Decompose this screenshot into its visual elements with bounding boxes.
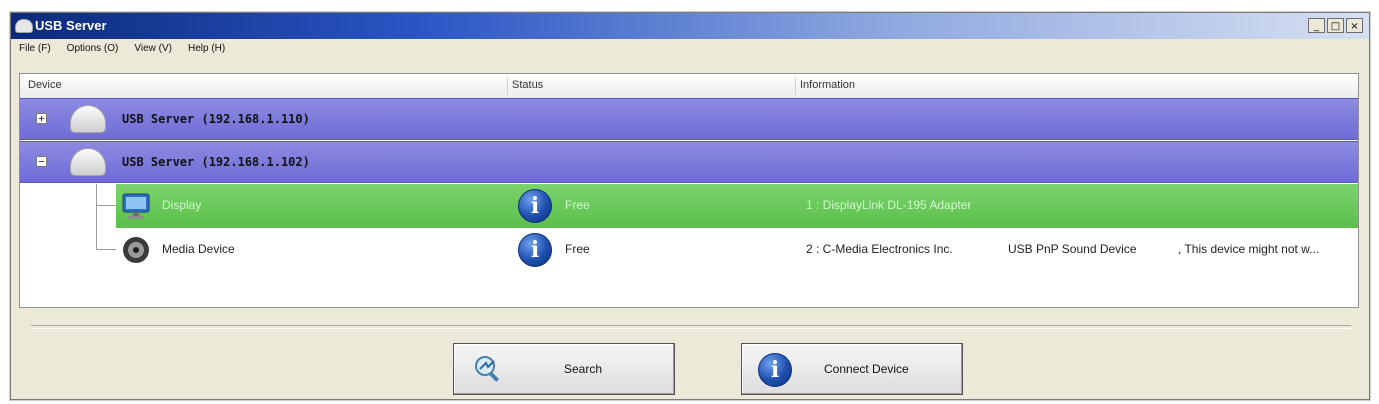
server-row[interactable]: − USB Server (192.168.1.102) — [20, 141, 1358, 183]
column-header: Device Status Information — [20, 74, 1358, 99]
device-info: 1 : DisplayLink DL-195 Adapter — [806, 198, 972, 212]
menu-view[interactable]: View (V) — [132, 43, 174, 61]
monitor-icon — [122, 193, 150, 219]
server-icon — [70, 105, 106, 133]
info-icon[interactable]: i — [518, 189, 552, 223]
menu-file[interactable]: File (F) — [17, 43, 53, 61]
column-status[interactable]: Status — [512, 79, 543, 91]
menu-bar: File (F) Options (O) View (V) Help (H) — [17, 43, 227, 61]
column-information[interactable]: Information — [800, 79, 855, 91]
close-button[interactable]: × — [1346, 18, 1363, 33]
menu-options[interactable]: Options (O) — [65, 43, 121, 61]
device-name: Media Device — [162, 242, 235, 256]
separator — [31, 325, 1351, 329]
device-name: Display — [162, 198, 202, 212]
title-bar[interactable]: USB Server _ □ × — [11, 13, 1369, 39]
device-row-media[interactable]: Media Device i Free 2 : C-Media Electron… — [116, 228, 1358, 272]
device-tree[interactable]: Device Status Information + USB Server (… — [19, 73, 1359, 308]
server-row[interactable]: + USB Server (192.168.1.110) — [20, 98, 1358, 140]
column-divider[interactable] — [795, 77, 796, 95]
app-icon — [15, 19, 33, 33]
tree-connector — [96, 205, 116, 206]
search-icon — [475, 356, 500, 382]
info-icon: i — [758, 353, 792, 387]
device-status: Free — [565, 242, 590, 256]
menu-help[interactable]: Help (H) — [186, 43, 227, 61]
expand-toggle[interactable]: + — [36, 113, 47, 124]
device-info-vendor: 2 : C-Media Electronics Inc. — [806, 242, 953, 256]
device-row-display[interactable]: Display i Free 1 : DisplayLink DL-195 Ad… — [116, 184, 1358, 228]
search-button-label: Search — [564, 362, 603, 376]
device-status: Free — [565, 198, 590, 212]
tree-connector — [96, 249, 116, 250]
collapse-toggle[interactable]: − — [36, 156, 47, 167]
info-icon[interactable]: i — [518, 233, 552, 267]
maximize-button[interactable]: □ — [1327, 18, 1344, 33]
window-controls: _ □ × — [1308, 18, 1363, 34]
server-label: USB Server (192.168.1.102) — [122, 155, 310, 169]
connect-button-label: Connect Device — [824, 362, 909, 376]
usb-server-window: USB Server _ □ × File (F) Options (O) Vi… — [10, 12, 1370, 400]
server-icon — [70, 148, 106, 176]
column-device[interactable]: Device — [28, 79, 62, 91]
tree-connector — [96, 184, 97, 249]
column-divider[interactable] — [507, 77, 508, 95]
window-title: USB Server — [35, 18, 107, 33]
search-button[interactable]: Search — [453, 343, 675, 395]
device-info-note: , This device might not w... — [1178, 242, 1320, 256]
speaker-icon — [123, 237, 149, 263]
connect-device-button[interactable]: i Connect Device — [741, 343, 963, 395]
device-info-product: USB PnP Sound Device — [1008, 242, 1137, 256]
minimize-button[interactable]: _ — [1308, 18, 1325, 33]
server-label: USB Server (192.168.1.110) — [122, 112, 310, 126]
